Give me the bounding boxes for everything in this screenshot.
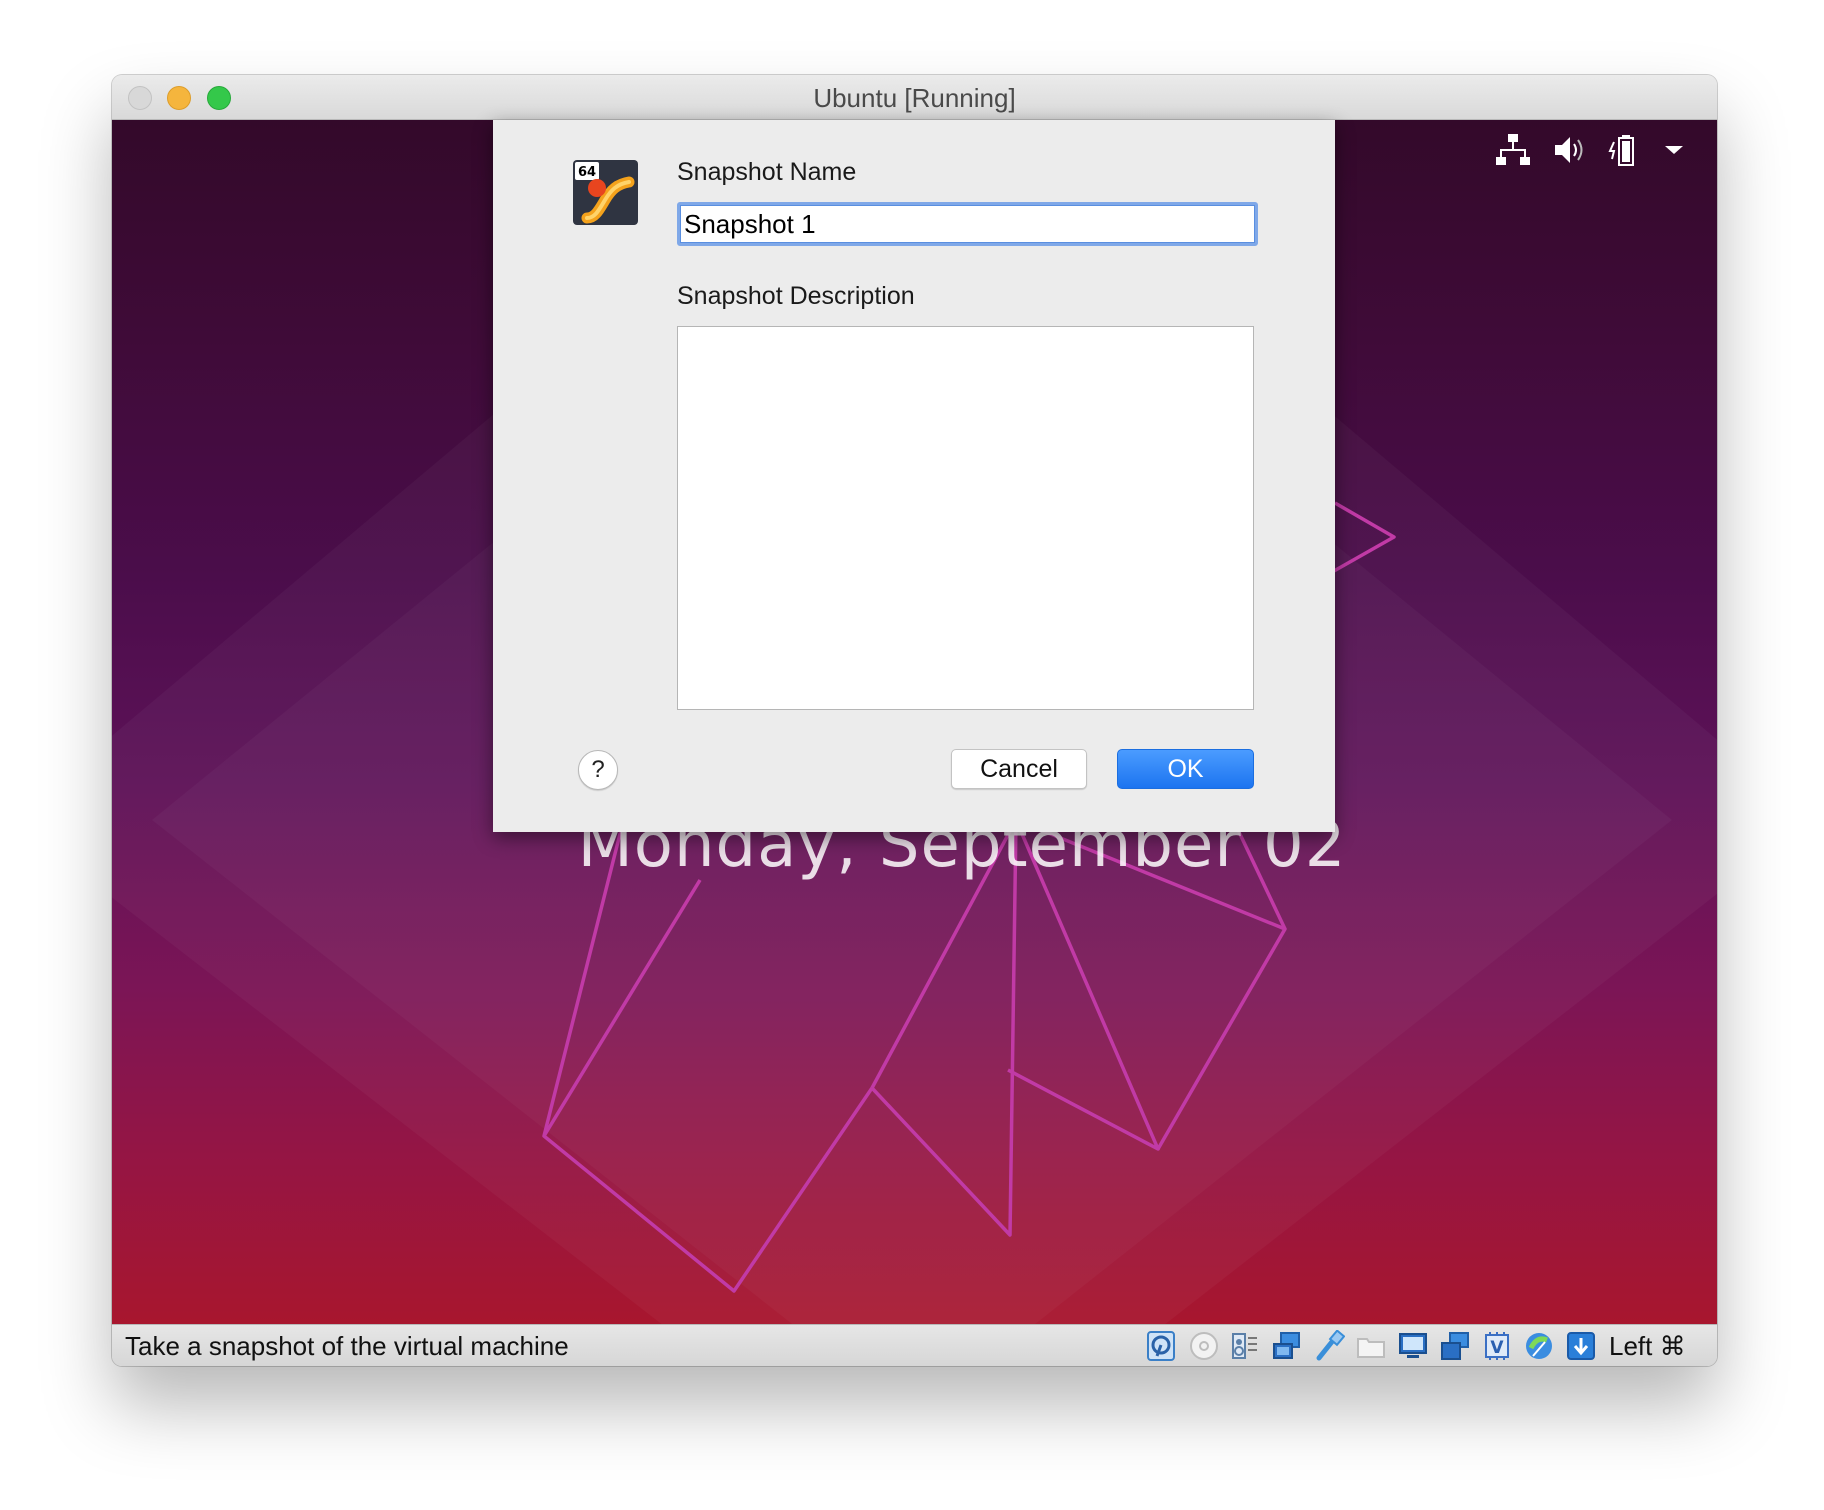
virtualbox-64-icon: 64 [573, 160, 638, 225]
title-bar: Ubuntu [Running] [112, 75, 1717, 120]
hard-disk-icon[interactable] [1145, 1330, 1177, 1362]
snapshot-name-label: Snapshot Name [677, 158, 857, 186]
snapshot-description-label: Snapshot Description [677, 282, 915, 310]
take-snapshot-dialog: 64 Snapshot Name Snapshot Description ? … [493, 120, 1335, 832]
audio-icon[interactable] [1229, 1330, 1261, 1362]
snapshot-description-field[interactable] [677, 326, 1254, 710]
host-key-label: Left ⌘ [1609, 1331, 1686, 1361]
svg-text:V: V [1490, 1338, 1504, 1358]
network-icon[interactable] [1495, 132, 1531, 168]
window-title: Ubuntu [Running] [813, 83, 1016, 113]
ok-button[interactable]: OK [1117, 749, 1254, 789]
recording-icon[interactable] [1439, 1330, 1471, 1362]
usb-icon[interactable] [1313, 1329, 1346, 1362]
cancel-button[interactable]: Cancel [951, 749, 1087, 789]
battery-icon[interactable] [1608, 132, 1644, 168]
shared-folders-icon[interactable] [1355, 1330, 1387, 1362]
host-key-icon[interactable] [1565, 1330, 1597, 1362]
dropdown-arrow-icon[interactable] [1659, 132, 1689, 168]
snapshot-name-input[interactable] [677, 202, 1258, 246]
network-adapters-icon[interactable] [1271, 1330, 1303, 1362]
mouse-integration-icon[interactable] [1523, 1330, 1555, 1362]
optical-drive-icon[interactable] [1188, 1330, 1220, 1362]
volume-icon[interactable] [1552, 132, 1588, 168]
svg-text:64: 64 [578, 165, 596, 180]
vm-window: Ubuntu [Running] Monday, September 02 64… [112, 75, 1717, 1366]
status-message: Take a snapshot of the virtual machine [125, 1331, 569, 1361]
cpu-virtualization-icon[interactable]: V [1481, 1330, 1513, 1362]
status-bar: Take a snapshot of the virtual machine V [112, 1324, 1717, 1366]
display-icon[interactable] [1397, 1330, 1429, 1362]
help-button[interactable]: ? [578, 750, 618, 790]
